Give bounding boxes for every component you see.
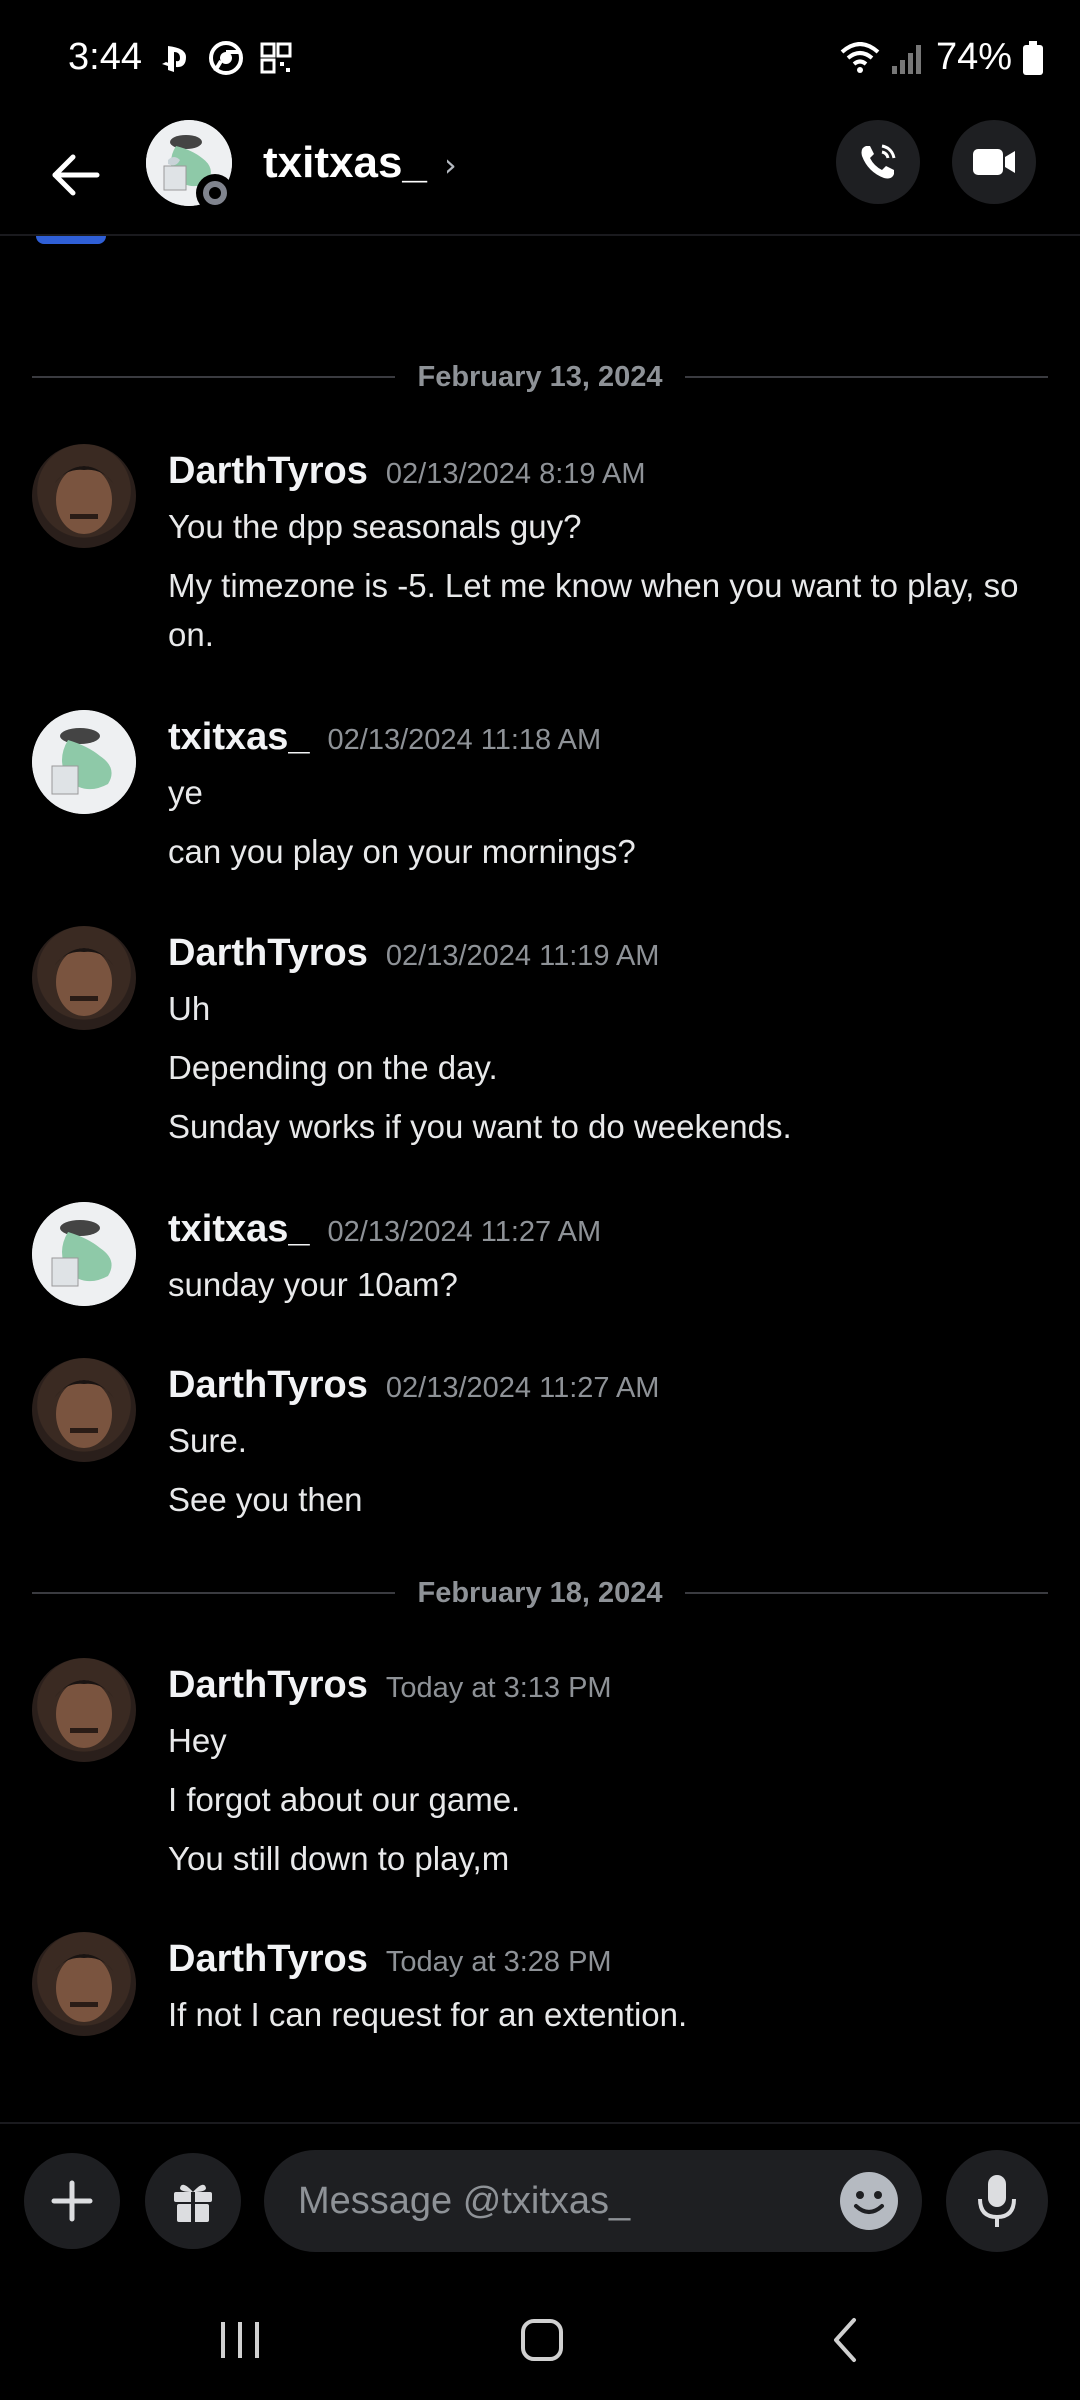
chat-header: txitxas_ › <box>0 120 1080 236</box>
message-author[interactable]: DarthTyros <box>168 1938 368 1980</box>
message-author[interactable]: DarthTyros <box>168 1364 368 1406</box>
recent-apps-button[interactable] <box>195 2308 285 2372</box>
message-text: Sure. <box>168 1422 247 1459</box>
emoji-button[interactable] <box>840 2172 898 2230</box>
date-divider: February 13, 2024 <box>32 352 1049 402</box>
message-author[interactable]: txitxas_ <box>168 1208 310 1250</box>
message-author[interactable]: DarthTyros <box>168 1664 368 1706</box>
message-timestamp: 02/13/2024 11:19 AM <box>385 940 660 972</box>
battery-icon <box>1023 40 1043 75</box>
status-system-icons: 74% <box>840 36 1044 79</box>
emoji-icon <box>854 2191 884 2214</box>
presence-status-icon <box>196 174 234 212</box>
composer-divider <box>0 2122 1080 2124</box>
status-bar: 3:44 74% <box>0 0 1080 120</box>
avatar[interactable] <box>32 926 136 1030</box>
avatar[interactable] <box>32 444 136 548</box>
home-button[interactable] <box>497 2308 587 2372</box>
gift-icon <box>174 2184 212 2222</box>
add-attachment-button[interactable] <box>24 2153 120 2249</box>
message-text: You the dpp seasonals guy? <box>168 508 582 545</box>
message-timestamp: 02/13/2024 11:27 AM <box>327 1216 602 1248</box>
voice-call-button[interactable] <box>836 120 920 204</box>
message-text: Uh <box>168 990 211 1027</box>
message-input[interactable]: Message @txitxas_ <box>264 2150 922 2252</box>
signal-icon <box>891 44 921 74</box>
battery-percent: 74% <box>935 36 1012 78</box>
back-button[interactable] <box>40 140 110 210</box>
chevron-left-icon <box>834 2318 856 2362</box>
message-text: I forgot about our game. <box>168 1781 521 1818</box>
voice-call-icon <box>861 144 896 179</box>
chevron-right-icon[interactable]: › <box>444 146 457 184</box>
message-timestamp: 02/13/2024 8:19 AM <box>385 458 646 490</box>
qr-icon <box>260 42 292 74</box>
header-username[interactable]: txitxas_ <box>263 138 427 188</box>
wifi-icon <box>840 41 880 73</box>
system-nav-bar <box>0 2280 1080 2400</box>
message-text: ye <box>168 774 203 811</box>
system-back-button[interactable] <box>800 2308 890 2372</box>
chrome-icon <box>209 41 243 75</box>
message-author[interactable]: txitxas_ <box>168 716 310 758</box>
date-divider-label: February 13, 2024 <box>417 360 663 393</box>
message-author[interactable]: DarthTyros <box>168 932 368 974</box>
avatar[interactable] <box>32 1932 136 2036</box>
back-arrow-icon <box>52 154 100 196</box>
message-text: can you play on your mornings? <box>168 833 636 870</box>
avatar[interactable] <box>32 1202 136 1306</box>
video-call-button[interactable] <box>952 120 1036 204</box>
date-divider-label: February 18, 2024 <box>417 1576 663 1609</box>
home-icon <box>521 2319 563 2361</box>
plus-icon <box>51 2180 93 2222</box>
message-text: My timezone is -5. Let me know when you … <box>168 567 1019 653</box>
message-text: Hey <box>168 1722 227 1759</box>
status-time: 3:44 <box>68 36 142 78</box>
date-divider: February 18, 2024 <box>32 1568 1049 1618</box>
message-input-placeholder: Message @txitxas_ <box>298 2180 631 2222</box>
message-timestamp: Today at 3:13 PM <box>385 1672 612 1704</box>
message-timestamp: 02/13/2024 11:18 AM <box>327 724 602 756</box>
message-text: Depending on the day. <box>168 1049 498 1086</box>
video-call-icon <box>973 149 1015 175</box>
recent-apps-icon <box>221 2322 259 2358</box>
message-text: sunday your 10am? <box>168 1266 458 1303</box>
avatar[interactable] <box>32 1358 136 1462</box>
message-timestamp: 02/13/2024 11:27 AM <box>385 1372 660 1404</box>
message-text: See you then <box>168 1481 363 1518</box>
message-text: If not I can request for an extention. <box>168 1996 688 2033</box>
message-text: Sunday works if you want to do weekends. <box>168 1108 792 1145</box>
avatar[interactable] <box>32 710 136 814</box>
previous-message-remnant <box>36 236 106 244</box>
microphone-icon <box>978 2175 1016 2227</box>
message-text: You still down to play,m <box>168 1840 510 1877</box>
gift-button[interactable] <box>145 2153 241 2249</box>
message-author[interactable]: DarthTyros <box>168 450 368 492</box>
playstation-icon <box>162 46 186 72</box>
message-timestamp: Today at 3:28 PM <box>385 1946 612 1978</box>
voice-message-button[interactable] <box>946 2150 1048 2252</box>
avatar[interactable] <box>32 1658 136 1762</box>
status-notification-icons <box>158 40 294 76</box>
